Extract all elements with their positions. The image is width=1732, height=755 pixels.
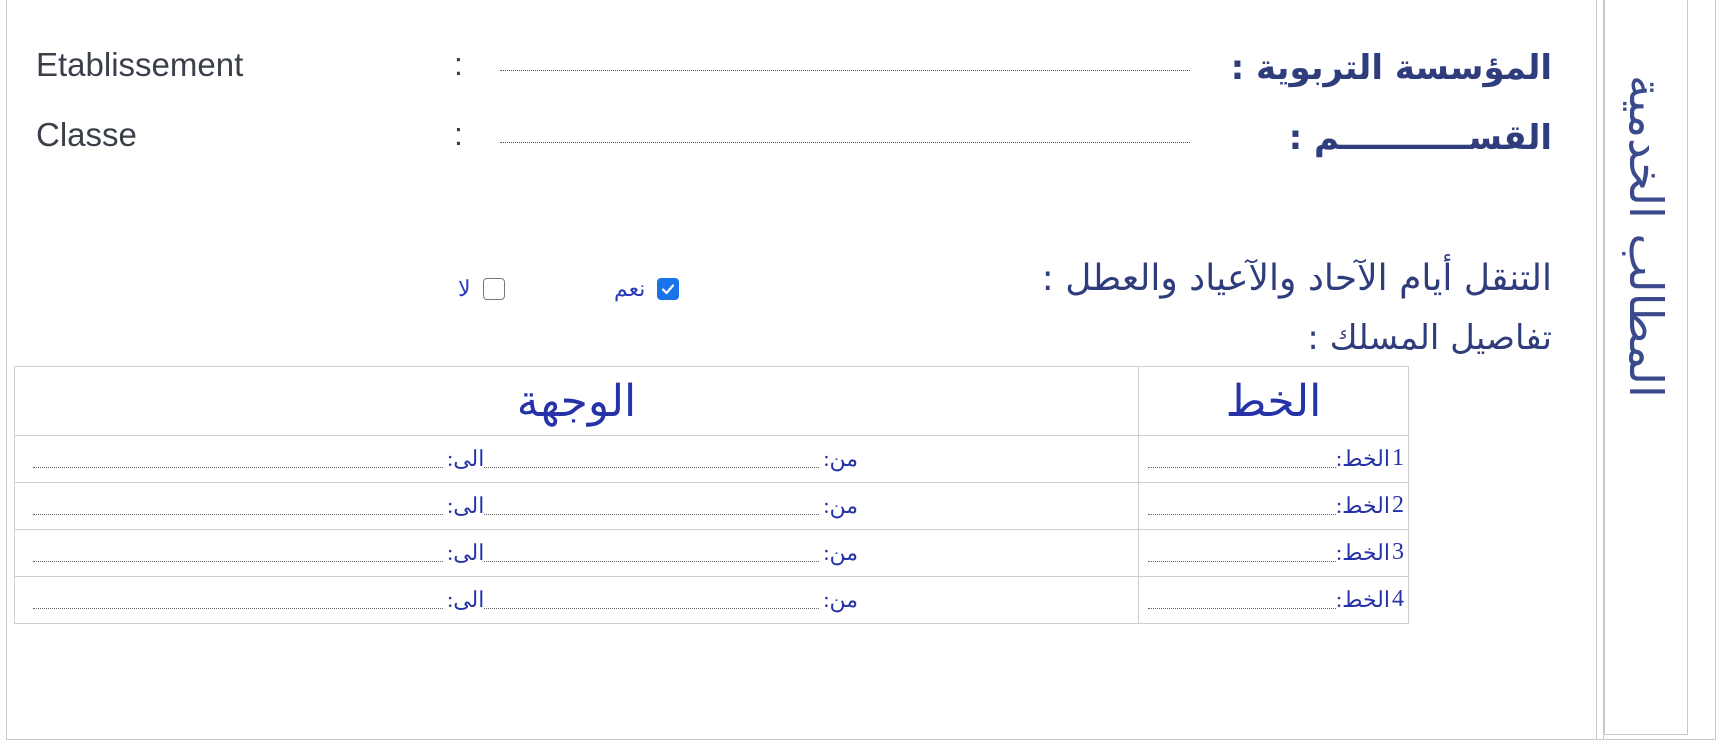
line-number: 4 bbox=[1392, 586, 1404, 612]
check-icon bbox=[662, 284, 675, 295]
from-input-line[interactable] bbox=[484, 560, 820, 562]
to-label: الى: bbox=[447, 446, 485, 471]
table-row: 1 الخط: من: الى: bbox=[14, 435, 1409, 483]
etablissement-input-line[interactable] bbox=[500, 70, 1190, 71]
line-cell[interactable]: 3 الخط: bbox=[1138, 529, 1409, 577]
to-input-line[interactable] bbox=[33, 466, 444, 468]
option-no-label: لا bbox=[458, 276, 471, 301]
field-label-fr-etablissement: Etablissement bbox=[36, 46, 244, 83]
side-divider bbox=[1596, 0, 1604, 740]
destination-cell[interactable]: من: الى: bbox=[14, 529, 1139, 577]
from-input-line[interactable] bbox=[484, 466, 820, 468]
line-input-line[interactable] bbox=[1147, 607, 1336, 609]
option-yes[interactable]: نعم bbox=[614, 276, 680, 302]
line-input-line[interactable] bbox=[1147, 513, 1336, 515]
destination-cell[interactable]: من: الى: bbox=[14, 435, 1139, 483]
line-number: 3 bbox=[1392, 539, 1404, 565]
checkbox-yes[interactable] bbox=[657, 278, 680, 300]
to-input-line[interactable] bbox=[33, 560, 444, 562]
table-row: 4 الخط: من: الى: bbox=[14, 576, 1409, 624]
to-label: الى: bbox=[447, 587, 485, 612]
line-input-line[interactable] bbox=[1147, 560, 1336, 562]
line-number: 2 bbox=[1392, 492, 1404, 518]
classe-input-line[interactable] bbox=[500, 142, 1190, 143]
line-cell[interactable]: 2 الخط: bbox=[1138, 482, 1409, 530]
to-label: الى: bbox=[447, 540, 485, 565]
weekend-travel-question: التنقل أيام الآحاد والآعياد والعطل : bbox=[1041, 258, 1552, 299]
line-cell[interactable]: 4 الخط: bbox=[1138, 576, 1409, 624]
field-label-fr-classe: Classe bbox=[36, 116, 137, 153]
header-destination: الوجهة bbox=[14, 366, 1139, 436]
from-label: من: bbox=[823, 493, 858, 518]
from-label: من: bbox=[823, 540, 858, 565]
from-input-line[interactable] bbox=[484, 513, 820, 515]
field-colon-etablissement: : bbox=[454, 46, 463, 82]
line-label: الخط: bbox=[1335, 587, 1390, 612]
destination-cell[interactable]: من: الى: bbox=[14, 482, 1139, 530]
side-title: المطالب الخدمية bbox=[1619, 75, 1673, 398]
checkbox-no[interactable] bbox=[482, 278, 505, 300]
option-no[interactable]: لا bbox=[458, 276, 505, 302]
field-colon-classe: : bbox=[454, 116, 463, 152]
to-label: الى: bbox=[447, 493, 485, 518]
route-details-title: تفاصيل المسلك : bbox=[1307, 318, 1552, 358]
line-number: 1 bbox=[1392, 445, 1404, 471]
destination-cell[interactable]: من: الى: bbox=[14, 576, 1139, 624]
from-input-line[interactable] bbox=[484, 607, 820, 609]
from-label: من: bbox=[823, 446, 858, 471]
route-table: الخط الوجهة 1 الخط: من: الى: 2 الخط: من:… bbox=[14, 366, 1409, 624]
table-row: 3 الخط: من: الى: bbox=[14, 529, 1409, 577]
field-label-ar-etablissement: المؤسسة التربوية : bbox=[1230, 48, 1552, 88]
line-label: الخط: bbox=[1335, 446, 1390, 471]
to-input-line[interactable] bbox=[33, 513, 444, 515]
field-label-ar-classe: القســـــــــــم : bbox=[1288, 118, 1552, 158]
header-line: الخط bbox=[1138, 366, 1409, 436]
table-row: 2 الخط: من: الى: bbox=[14, 482, 1409, 530]
line-label: الخط: bbox=[1335, 493, 1390, 518]
line-label: الخط: bbox=[1335, 540, 1390, 565]
to-input-line[interactable] bbox=[33, 607, 444, 609]
table-header-row: الخط الوجهة bbox=[14, 366, 1409, 436]
option-yes-label: نعم bbox=[614, 276, 646, 301]
line-input-line[interactable] bbox=[1147, 466, 1336, 468]
line-cell[interactable]: 1 الخط: bbox=[1138, 435, 1409, 483]
from-label: من: bbox=[823, 587, 858, 612]
